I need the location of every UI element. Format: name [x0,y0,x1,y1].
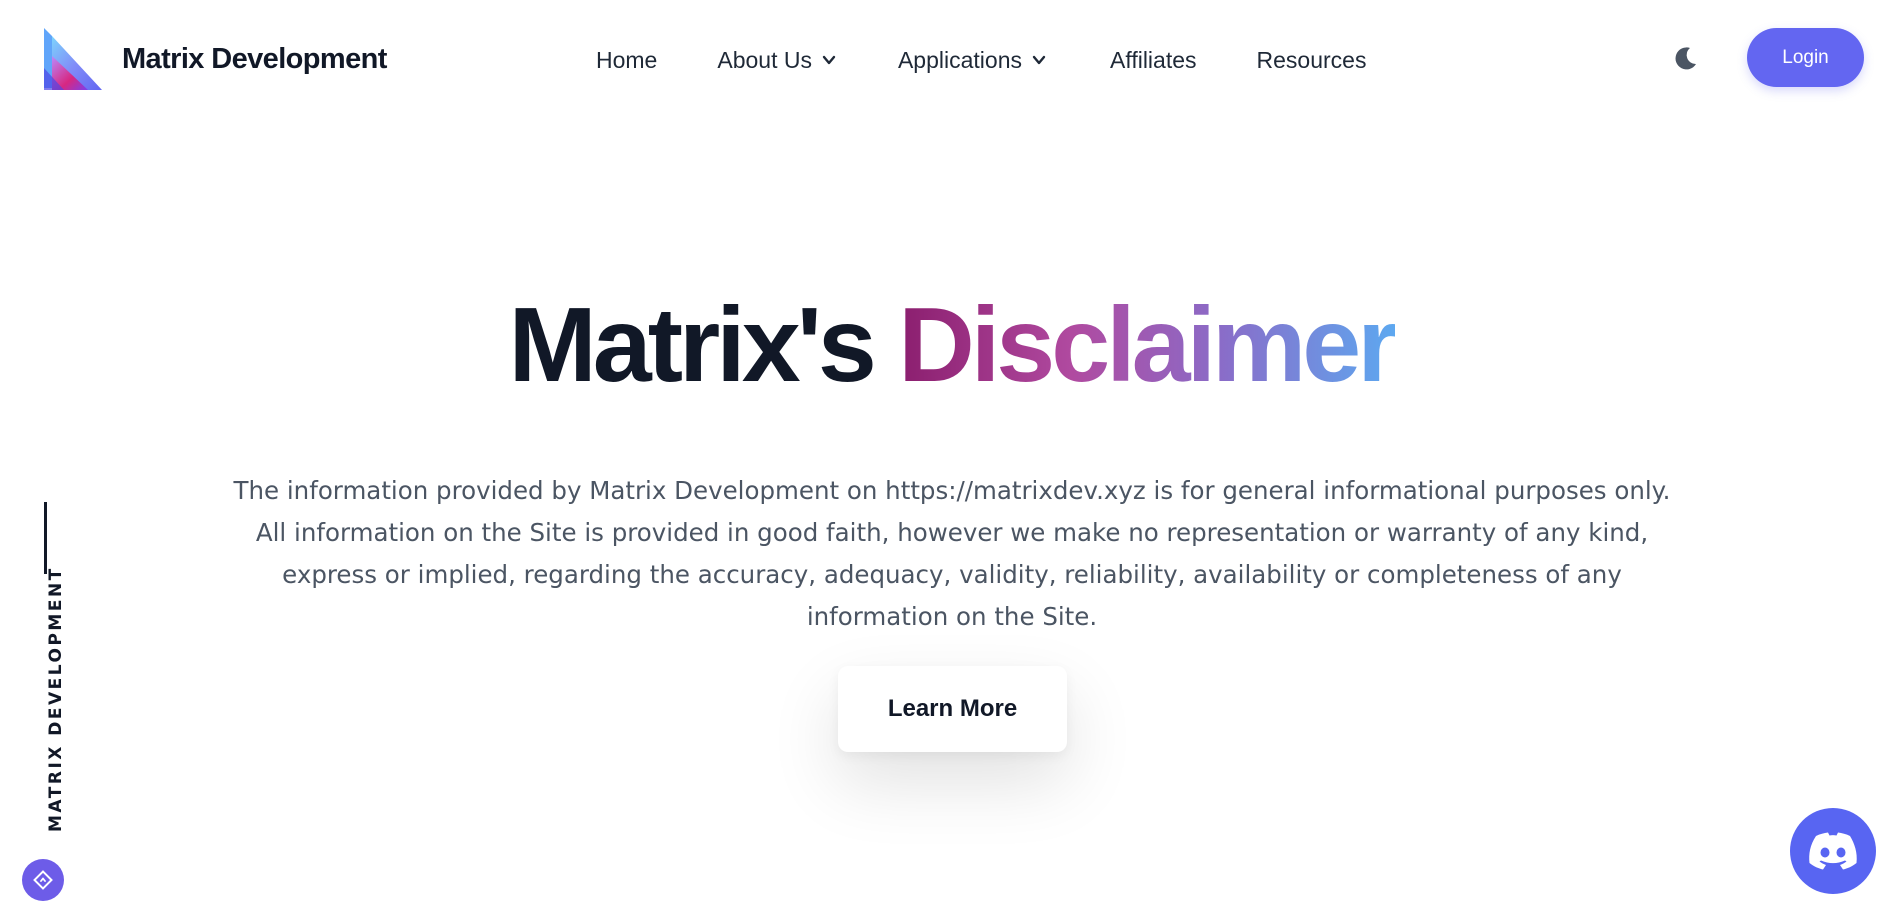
discord-icon [1809,832,1857,870]
chevron-down-icon [822,55,836,65]
nav-applications[interactable]: Applications [898,47,1046,74]
brand[interactable]: Matrix Development [42,28,387,90]
nav-affiliates-label: Affiliates [1110,46,1197,73]
disclaimer-text: The information provided by Matrix Devel… [233,476,1671,631]
nav-about-us-label: About Us [717,46,812,73]
nav-applications-label: Applications [897,46,1022,73]
nav-resources[interactable]: Resources [1257,47,1367,74]
scroll-button[interactable] [22,859,64,901]
learn-more-button[interactable]: Learn More [838,666,1067,752]
login-button[interactable]: Login [1747,28,1864,87]
side-divider-line [44,502,47,574]
title-highlight-text: Disclaimer [898,286,1398,404]
moon-icon[interactable] [1670,44,1700,74]
page: Matrix Development Home About Us Applica… [0,0,1903,918]
side-brand-label: MATRIX DEVELOPMENT [46,566,66,832]
brand-name: Matrix Development [122,42,387,75]
chevron-down-icon [1032,55,1046,65]
site-header: Matrix Development Home About Us Applica… [0,0,1903,118]
diamond-arrow-icon [33,870,53,890]
nav-home[interactable]: Home [596,47,657,74]
title-plain-text: Matrix's [508,286,899,404]
nav-home-label: Home [596,46,658,73]
matrix-logo-icon [44,28,102,90]
nav-about-us[interactable]: About Us [717,47,836,74]
page-title: Matrix's Disclaimer [0,290,1903,400]
discord-button[interactable] [1790,808,1876,894]
nav-resources-label: Resources [1256,46,1367,73]
nav-affiliates[interactable]: Affiliates [1110,47,1197,74]
main-nav: Home About Us Applications Affiliates Re… [596,40,1366,80]
